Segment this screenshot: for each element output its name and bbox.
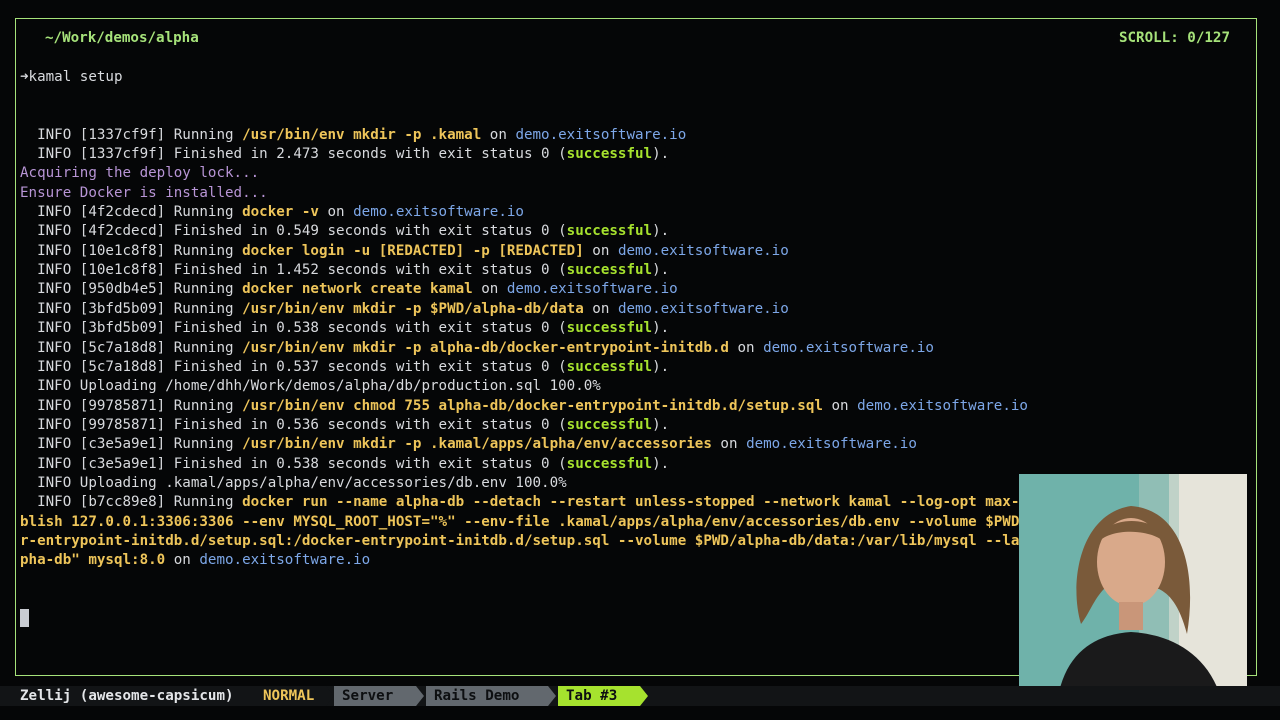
- log-segment: docker login -u [REDACTED] -p [REDACTED]: [242, 242, 584, 259]
- log-segment: demo.exitsoftware.io: [506, 281, 678, 298]
- tab-rails-demo[interactable]: Rails Demo: [426, 686, 548, 706]
- log-line: INFO [c3e5a9e1] Finished in 0.538 second…: [20, 455, 1252, 474]
- log-segment: INFO [1337cf9f] Running: [20, 126, 243, 143]
- log-segment: demo.exitsoftware.io: [763, 339, 934, 356]
- log-segment: ).: [652, 320, 670, 337]
- log-segment: INFO [4f2cdecd] Running: [20, 204, 243, 221]
- tab-arrow-icon: [548, 686, 556, 706]
- log-segment: INFO Uploading .kamal/apps/alpha/env/acc…: [20, 474, 567, 491]
- log-line: INFO [10e1c8f8] Running docker login -u …: [20, 242, 1252, 261]
- log-segment: demo.exitsoftware.io: [617, 242, 789, 259]
- tab-arrow-icon: [640, 686, 648, 706]
- log-segment: INFO [c3e5a9e1] Running: [20, 436, 243, 453]
- log-segment: INFO [10e1c8f8] Finished in 1.452 second…: [20, 262, 567, 279]
- log-segment: pha-db" mysql:8.0: [20, 552, 166, 569]
- log-segment: INFO [3bfd5b09] Finished in 0.538 second…: [20, 320, 567, 337]
- log-segment: /usr/bin/env mkdir -p $PWD/alpha-db/data: [242, 300, 584, 317]
- log-segment: successful: [566, 223, 653, 240]
- log-segment: demo.exitsoftware.io: [617, 300, 789, 317]
- log-segment: successful: [566, 358, 653, 375]
- log-line: INFO [4f2cdecd] Finished in 0.549 second…: [20, 222, 1252, 241]
- log-segment: on: [318, 204, 354, 221]
- log-segment: on: [472, 281, 507, 298]
- log-segment: docker network create kamal: [242, 281, 473, 298]
- log-line: INFO [10e1c8f8] Finished in 1.452 second…: [20, 261, 1252, 280]
- log-line: INFO [3bfd5b09] Finished in 0.538 second…: [20, 319, 1252, 338]
- log-segment: successful: [566, 455, 653, 472]
- log-segment: demo.exitsoftware.io: [515, 126, 687, 143]
- log-segment: docker run --name alpha-db --detach --re…: [242, 494, 1148, 511]
- log-line: INFO [5c7a18d8] Running /usr/bin/env mkd…: [20, 339, 1252, 358]
- log-segment: INFO [99785871] Finished in 0.536 second…: [20, 416, 567, 433]
- prompt-line: ➜kamal setup: [20, 68, 1252, 87]
- log-segment: on: [583, 300, 618, 317]
- tab-separator-icon: [326, 686, 334, 706]
- log-segment: ).: [652, 455, 670, 472]
- log-segment: on: [583, 242, 618, 259]
- log-segment: docker -v: [242, 204, 319, 221]
- status-bar: Zellij (awesome-capsicum) NORMAL Server …: [0, 686, 1280, 706]
- log-segment: Ensure Docker is installed...: [20, 184, 268, 201]
- terminal-cursor: [20, 609, 29, 628]
- log-segment: INFO [99785871] Running: [20, 397, 243, 414]
- log-segment: on: [165, 552, 200, 569]
- log-segment: ).: [652, 358, 670, 375]
- log-segment: /usr/bin/env mkdir -p alpha-db/docker-en…: [242, 339, 729, 356]
- log-line: INFO [99785871] Running /usr/bin/env chm…: [20, 397, 1252, 416]
- presenter-image: [1019, 474, 1247, 692]
- log-segment: on: [481, 126, 516, 143]
- mode-indicator: NORMAL: [263, 688, 315, 704]
- log-segment: ).: [652, 223, 670, 240]
- log-segment: ).: [652, 262, 670, 279]
- tab-arrow-icon: [416, 686, 424, 706]
- log-segment: /usr/bin/env mkdir -p .kamal/apps/alpha/…: [242, 436, 712, 453]
- log-segment: successful: [566, 146, 653, 163]
- log-line: INFO [1337cf9f] Finished in 2.473 second…: [20, 145, 1252, 164]
- log-segment: successful: [566, 416, 653, 433]
- prompt-arrow-icon: ➜: [20, 68, 29, 85]
- log-segment: /usr/bin/env chmod 755 alpha-db/docker-e…: [242, 397, 823, 414]
- tab-3[interactable]: Tab #3: [558, 686, 640, 706]
- log-line: INFO [99785871] Finished in 0.536 second…: [20, 416, 1252, 435]
- log-segment: on: [822, 397, 858, 414]
- log-segment: demo.exitsoftware.io: [199, 552, 371, 569]
- prompt-command: kamal setup: [28, 68, 123, 85]
- log-segment: INFO [b7cc89e8] Running: [20, 494, 243, 511]
- log-segment: INFO [1337cf9f] Finished in 2.473 second…: [20, 146, 567, 163]
- log-line: INFO [950db4e5] Running docker network c…: [20, 280, 1252, 299]
- log-segment: successful: [566, 262, 653, 279]
- log-segment: ).: [652, 146, 670, 163]
- log-segment: INFO [10e1c8f8] Running: [20, 242, 243, 259]
- log-segment: demo.exitsoftware.io: [746, 436, 917, 453]
- log-segment: blish 127.0.0.1:3306:3306 --env MYSQL_RO…: [20, 513, 1148, 530]
- log-line: INFO [3bfd5b09] Running /usr/bin/env mkd…: [20, 300, 1252, 319]
- webcam-overlay: [1019, 474, 1247, 692]
- log-line: INFO [1337cf9f] Running /usr/bin/env mkd…: [20, 126, 1252, 145]
- log-segment: INFO [4f2cdecd] Finished in 0.549 second…: [20, 223, 567, 240]
- log-segment: INFO [950db4e5] Running: [20, 281, 243, 298]
- log-segment: INFO [c3e5a9e1] Finished in 0.538 second…: [20, 455, 567, 472]
- log-segment: demo.exitsoftware.io: [857, 397, 1028, 414]
- log-segment: INFO [3bfd5b09] Running: [20, 300, 243, 317]
- log-segment: ).: [652, 416, 670, 433]
- log-segment: r-entrypoint-initdb.d/setup.sql:/docker-…: [20, 532, 1148, 549]
- log-segment: INFO [5c7a18d8] Finished in 0.537 second…: [20, 358, 567, 375]
- log-segment: /usr/bin/env mkdir -p .kamal: [242, 126, 482, 143]
- log-line: INFO [4f2cdecd] Running docker -v on dem…: [20, 203, 1252, 222]
- log-segment: INFO [5c7a18d8] Running: [20, 339, 243, 356]
- log-segment: Acquiring the deploy lock...: [20, 165, 260, 182]
- log-segment: INFO Uploading /home/dhh/Work/demos/alph…: [20, 378, 601, 395]
- log-line: Acquiring the deploy lock...: [20, 164, 1252, 183]
- log-line: Ensure Docker is installed...: [20, 184, 1252, 203]
- log-segment: successful: [566, 320, 653, 337]
- tab-server[interactable]: Server: [334, 686, 416, 706]
- log-segment: on: [728, 339, 764, 356]
- log-line: INFO Uploading /home/dhh/Work/demos/alph…: [20, 377, 1252, 396]
- log-line: INFO [5c7a18d8] Finished in 0.537 second…: [20, 358, 1252, 377]
- log-segment: demo.exitsoftware.io: [353, 204, 524, 221]
- session-name: Zellij (awesome-capsicum): [12, 686, 242, 706]
- log-segment: on: [711, 436, 747, 453]
- log-line: INFO [c3e5a9e1] Running /usr/bin/env mkd…: [20, 435, 1252, 454]
